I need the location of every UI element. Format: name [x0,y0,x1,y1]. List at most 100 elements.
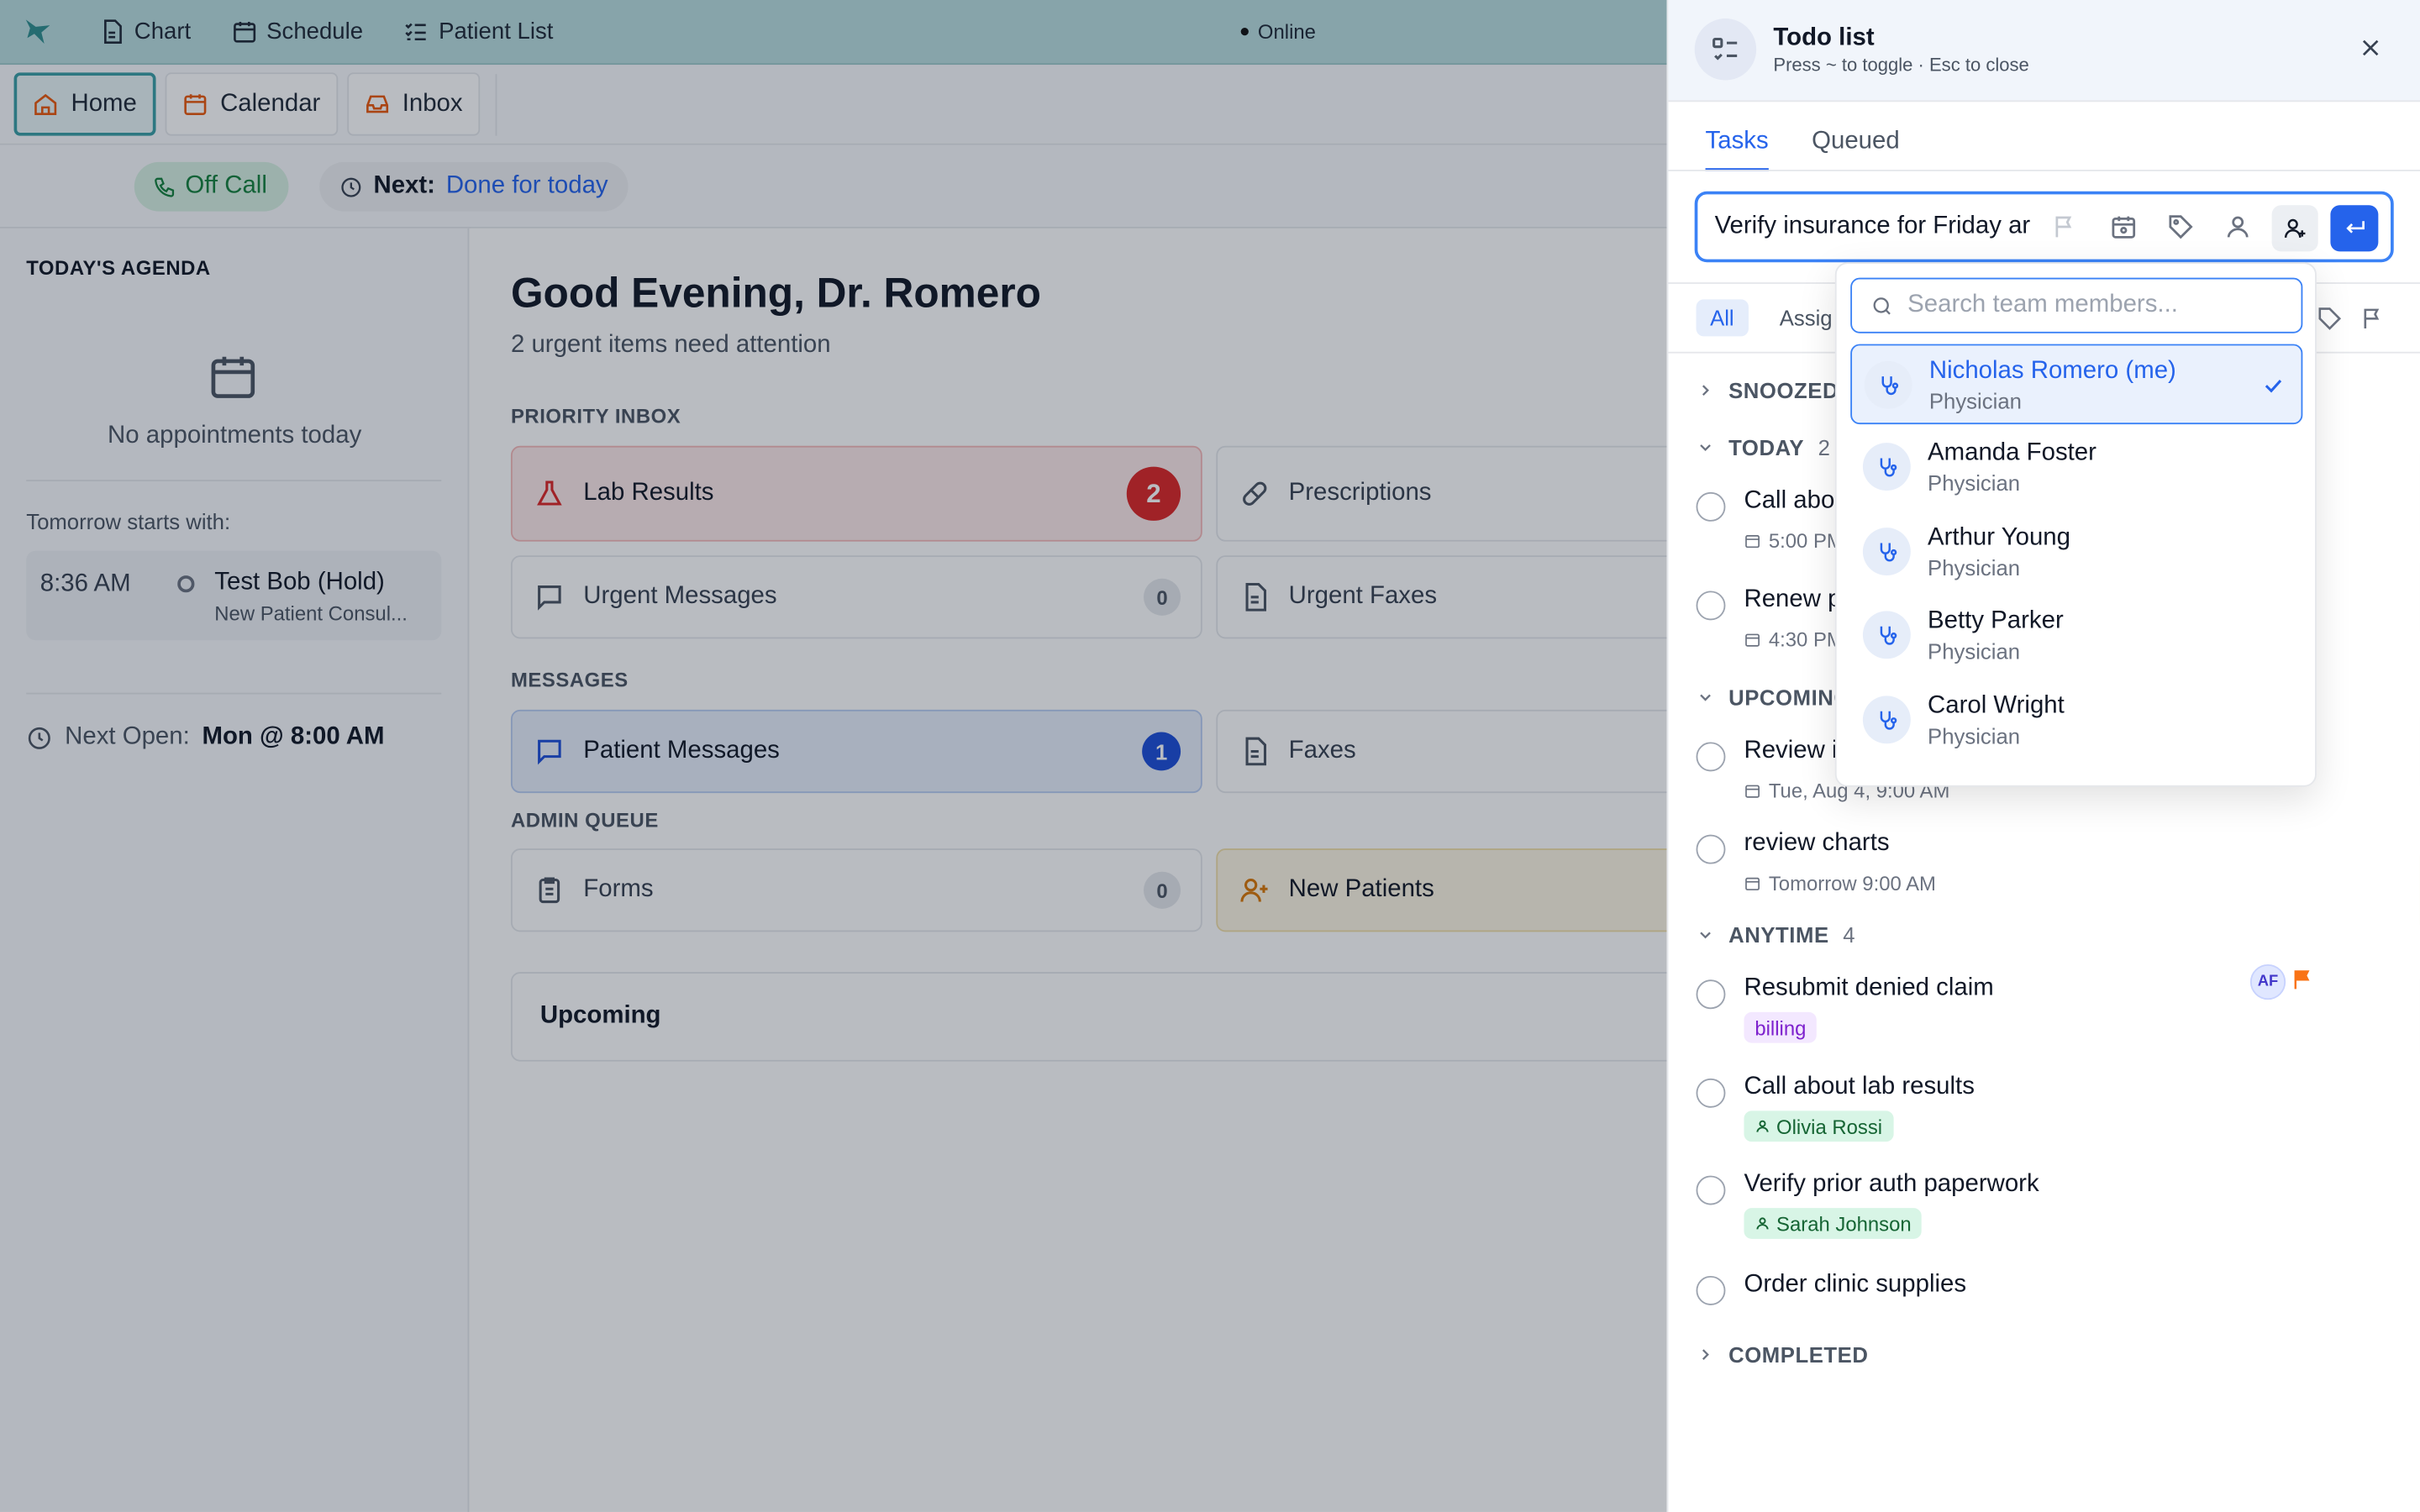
team-member-name: Arthur Young [1928,524,2070,551]
chevron-right-icon [1702,1349,1709,1360]
task-title: Call about lab results [1744,1074,1975,1100]
assign-user-button[interactable] [2271,205,2318,252]
calendar-icon [1745,633,1760,647]
group-today-label: TODAY [1728,434,1805,460]
patient-icon[interactable] [2224,213,2252,240]
tabs-underline [1668,170,2420,171]
chevron-down-icon [1700,694,1711,701]
team-member-role: Physician [1928,555,2021,580]
task-title: Verify prior auth paperwork [1744,1171,2039,1198]
flag-filter-icon[interactable] [2360,306,2386,332]
task-title: review charts [1744,830,1890,857]
task-assignee-name: Olivia Rossi [1776,1115,1883,1138]
task-checkbox[interactable] [1696,834,1726,864]
user-icon [1756,1217,1769,1230]
task-title: Review i [1744,737,1838,764]
assignee-dropdown: Search team members... Nicholas Romero (… [1834,262,2317,787]
stethoscope-icon [1862,611,1911,659]
group-anytime-label: ANYTIME [1728,922,1829,948]
task-tag: billing [1744,1011,1818,1043]
group-today-count: 2 [1818,434,1831,460]
group-completed-label: COMPLETED [1728,1341,1869,1368]
group-snoozed[interactable]: SNOOZED [1697,378,1839,402]
assignee-avatar[interactable]: AF [2249,963,2286,1000]
todo-list-icon [1694,18,1757,81]
task-due: 4:30 PM [1744,627,1844,652]
team-member-option[interactable]: Nicholas Romero (me) Physician [1850,344,2303,425]
team-member-role: Physician [1928,638,2021,664]
todo-hint: Press ~ to toggle · Esc to close [1773,54,2029,76]
team-search-input[interactable]: Search team members... [1850,277,2303,333]
task-checkbox[interactable] [1696,979,1726,1010]
task-checkbox[interactable] [1696,1275,1726,1305]
team-member-role: Physician [1928,388,2022,414]
new-task-text[interactable]: Verify insurance for Friday ar [1715,213,2036,240]
group-upcoming-label: UPCOMING [1728,685,1851,710]
check-icon [2265,380,2282,393]
task-title: Resubmit denied claim [1744,974,1994,1002]
enter-icon [2345,221,2365,234]
team-member-name: Amanda Foster [1928,439,2096,466]
task-due-text: Tomorrow 9:00 AM [1768,871,1936,895]
team-search-placeholder: Search team members... [1907,291,2178,318]
calendar-icon [1745,785,1760,798]
group-completed[interactable]: COMPLETED [1697,1342,1869,1367]
new-task-input[interactable]: Verify insurance for Friday ar [1694,191,2394,263]
tab-tasks[interactable]: Tasks [1705,102,1769,171]
stethoscope-icon [1862,443,1911,491]
task-assignee-chip: Olivia Rossi [1744,1110,1893,1142]
chevron-down-icon [1700,444,1711,452]
team-member-option[interactable]: Arthur Young Physician [1850,512,2302,593]
task-due-text: 4:30 PM [1768,627,1844,652]
user-plus-icon [2284,218,2306,238]
team-member-role: Physician [1928,723,2021,748]
task-due-text: 5:00 PM [1768,528,1844,553]
calendar-icon [1745,877,1760,890]
tab-queued[interactable]: Queued [1812,102,1900,171]
priority-flag-icon[interactable] [2051,213,2079,240]
task-due: 5:00 PM [1744,528,1844,553]
team-member-option[interactable]: Amanda Foster Physician [1850,428,2302,508]
team-member-role: Physician [1928,470,2021,496]
team-member-name: Betty Parker [1928,607,2064,634]
task-title: Renew p [1744,585,1842,613]
group-upcoming[interactable]: UPCOMING [1697,685,1851,710]
tag-icon[interactable] [2167,213,2195,240]
task-checkbox[interactable] [1696,1078,1726,1108]
team-member-name: Carol Wright [1928,692,2065,719]
group-today[interactable]: TODAY 2 [1697,435,1831,459]
close-icon[interactable] [2357,34,2385,61]
flag-icon[interactable] [2291,968,2315,992]
filter-assigned[interactable]: Assig [1780,306,1833,330]
task-checkbox[interactable] [1696,742,1726,772]
group-anytime[interactable]: ANYTIME 4 [1697,922,1856,948]
modal-backdrop[interactable] [0,0,1667,1512]
stethoscope-icon [1864,360,1912,409]
team-member-option[interactable]: Carol Wright Physician [1850,680,2302,761]
user-icon [1756,1120,1769,1132]
group-anytime-count: 4 [1843,922,1856,948]
submit-task-button[interactable] [2330,205,2379,252]
chevron-down-icon [1700,932,1711,939]
todo-header: Todo list Press ~ to toggle · Esc to clo… [1668,0,2420,102]
todo-title: Todo list [1773,24,1875,51]
task-title: Order clinic supplies [1744,1271,1967,1298]
task-due: Tomorrow 9:00 AM [1744,871,1936,895]
tag-filter-icon[interactable] [2317,306,2343,332]
task-checkbox[interactable] [1696,1175,1726,1205]
calendar-icon [1745,535,1760,549]
task-assignee-name: Sarah Johnson [1776,1211,1912,1236]
chevron-right-icon [1702,385,1709,396]
team-member-option[interactable]: Betty Parker Physician [1850,596,2302,676]
todo-tabs: Tasks Queued [1705,102,1900,171]
task-title: Call abo [1744,487,1835,514]
due-date-icon[interactable] [2110,213,2138,240]
task-assignee-chip: Sarah Johnson [1744,1208,1923,1239]
task-checkbox[interactable] [1696,591,1726,621]
stethoscope-icon [1862,696,1911,744]
group-snoozed-label: SNOOZED [1728,377,1839,403]
stethoscope-icon [1862,528,1911,576]
task-checkbox[interactable] [1696,491,1726,522]
search-icon [1873,297,1891,314]
filter-all[interactable]: All [1696,299,1749,337]
